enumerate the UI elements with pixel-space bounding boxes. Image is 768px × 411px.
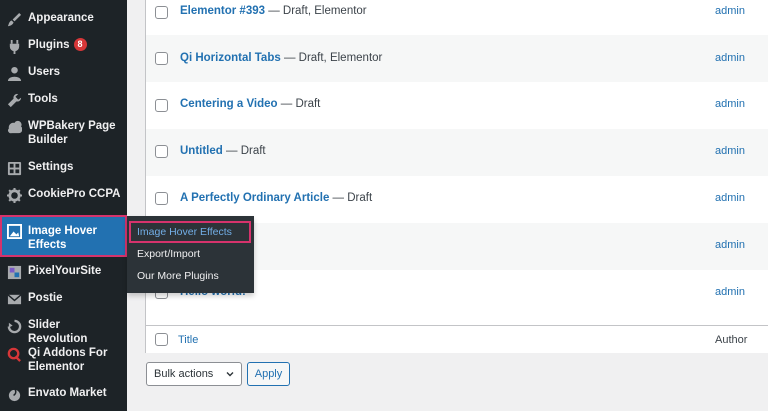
- author-link[interactable]: admin: [715, 4, 745, 18]
- bulk-actions-label: Bulk actions: [154, 368, 214, 380]
- posts-table: Elementor #393 — Draft, Elementor admin …: [145, 0, 768, 353]
- sidebar-item-wpbakery[interactable]: WPBakery Page Builder: [0, 118, 127, 148]
- sidebar-item-tools[interactable]: Tools: [0, 91, 127, 107]
- post-title-link[interactable]: Untitled: [180, 145, 223, 157]
- author-link[interactable]: admin: [715, 97, 745, 111]
- sidebar-item-label: WPBakery Page Builder: [28, 120, 116, 146]
- pixelyoursite-icon: [6, 264, 22, 280]
- submenu-item-export-import[interactable]: Export/Import: [137, 248, 200, 261]
- table-row: Elementor #393 — Draft, Elementor admin: [146, 0, 768, 35]
- post-title-link[interactable]: Centering a Video: [180, 98, 278, 110]
- image-icon: [6, 223, 22, 239]
- post-state: — Draft: [222, 145, 266, 157]
- author-column-header: Author: [715, 334, 748, 346]
- submenu-item-image-hover-effects[interactable]: Image Hover Effects: [137, 226, 232, 239]
- sidebar-item-label: Plugins: [28, 39, 70, 51]
- qi-icon: [6, 346, 22, 362]
- sidebar-item-label: Qi Addons For Elementor: [28, 347, 108, 373]
- row-checkbox[interactable]: [155, 145, 168, 158]
- plug-icon: [6, 38, 22, 54]
- sidebar-item-label: CookiePro CCPA: [28, 188, 121, 200]
- table-footer: Title Author: [146, 325, 768, 353]
- submenu-item-our-more-plugins[interactable]: Our More Plugins: [137, 270, 219, 283]
- envato-icon: [6, 386, 22, 402]
- mail-icon: [6, 291, 22, 307]
- user-icon: [6, 65, 22, 81]
- sidebar-item-label: Image Hover Effects: [28, 225, 98, 251]
- wpbakery-icon: [6, 119, 22, 135]
- post-title-link[interactable]: Elementor #393: [180, 5, 265, 17]
- table-row: Untitled — Draft admin: [146, 129, 768, 176]
- author-link[interactable]: admin: [715, 51, 745, 65]
- post-state: — Draft, Elementor: [280, 52, 383, 64]
- sidebar-item-label: PixelYourSite: [28, 265, 102, 277]
- sidebar-item-label: Tools: [28, 93, 58, 105]
- settings-icon: [6, 160, 22, 176]
- post-title-link[interactable]: Qi Horizontal Tabs: [180, 52, 281, 64]
- sort-by-title-link[interactable]: Title: [178, 334, 198, 346]
- image-hover-effects-submenu: Image Hover Effects Export/Import Our Mo…: [127, 216, 254, 293]
- sidebar-item-label: Users: [28, 66, 60, 78]
- update-count-badge: 8: [73, 38, 87, 51]
- sidebar-item-label: Envato Market: [28, 387, 107, 399]
- row-checkbox[interactable]: [155, 6, 168, 19]
- slider-revolution-icon: [6, 318, 22, 334]
- post-state: — Draft: [329, 192, 373, 204]
- author-link[interactable]: admin: [715, 285, 745, 299]
- sidebar-item-postie[interactable]: Postie: [0, 290, 127, 306]
- sidebar-item-slider-revolution[interactable]: Slider Revolution: [0, 317, 127, 345]
- sidebar-item-image-hover-effects[interactable]: Image Hover Effects: [0, 215, 127, 257]
- sidebar-item-label: Appearance: [28, 12, 94, 24]
- sidebar-item-appearance[interactable]: Appearance: [0, 10, 127, 26]
- sidebar-item-cookiepro[interactable]: CookiePro CCPA: [0, 186, 127, 203]
- sidebar-item-pixelyoursite[interactable]: PixelYourSite: [0, 263, 127, 279]
- bulk-actions-select[interactable]: Bulk actions: [146, 362, 242, 386]
- chevron-down-icon: [226, 372, 234, 377]
- post-state: — Draft, Elementor: [265, 5, 367, 17]
- gear-icon: [6, 187, 22, 203]
- admin-sidebar: Appearance Plugins 8 Users Tools WPBakery…: [0, 0, 127, 411]
- post-state: — Draft: [277, 98, 321, 110]
- table-row: Centering a Video — Draft admin: [146, 82, 768, 129]
- author-link[interactable]: admin: [715, 238, 745, 252]
- table-row: Qi Horizontal Tabs — Draft, Elementor ad…: [146, 35, 768, 82]
- select-all-checkbox[interactable]: [155, 333, 168, 346]
- brush-icon: [6, 11, 22, 27]
- main-content: Elementor #393 — Draft, Elementor admin …: [127, 0, 768, 411]
- row-checkbox[interactable]: [155, 52, 168, 65]
- author-link[interactable]: admin: [715, 191, 745, 205]
- post-title-link[interactable]: A Perfectly Ordinary Article: [180, 192, 329, 204]
- wrench-icon: [6, 92, 22, 108]
- row-checkbox[interactable]: [155, 99, 168, 112]
- apply-button[interactable]: Apply: [247, 362, 290, 386]
- sidebar-item-plugins[interactable]: Plugins 8: [0, 37, 127, 54]
- sidebar-item-label: Settings: [28, 161, 74, 173]
- sidebar-item-label: Slider Revolution: [28, 319, 88, 345]
- author-link[interactable]: admin: [715, 144, 745, 158]
- row-checkbox[interactable]: [155, 192, 168, 205]
- sidebar-item-qi-addons[interactable]: Qi Addons For Elementor: [0, 345, 127, 375]
- sidebar-item-settings[interactable]: Settings: [0, 159, 127, 175]
- sidebar-item-label: Postie: [28, 292, 63, 304]
- sidebar-item-envato-market[interactable]: Envato Market: [0, 385, 127, 401]
- sidebar-item-users[interactable]: Users: [0, 64, 127, 81]
